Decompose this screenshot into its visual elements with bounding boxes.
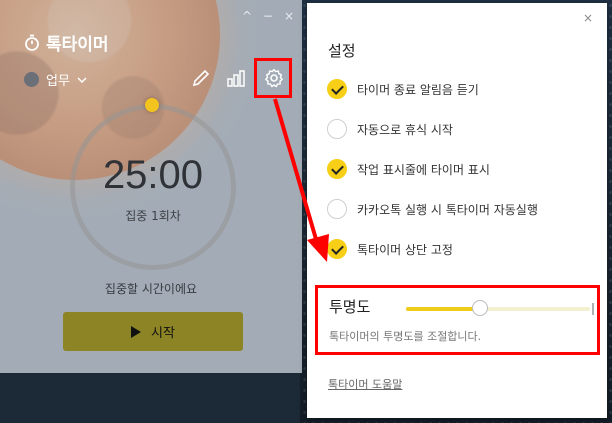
close-button[interactable]: ×	[284, 9, 294, 23]
option-label: 카카오톡 실행 시 톡타이머 자동실행	[357, 202, 538, 217]
timer-ring-knob[interactable]	[145, 98, 159, 112]
option-autostart[interactable]: 카카오톡 실행 시 톡타이머 자동실행	[327, 199, 538, 219]
opacity-description: 톡타이머의 투명도를 조절합니다.	[329, 330, 482, 343]
start-label: 시작	[151, 325, 175, 340]
option-auto-break[interactable]: 자동으로 휴식 시작	[327, 119, 453, 139]
play-icon	[131, 325, 142, 338]
category-label: 업무	[46, 73, 70, 88]
status-message: 집중할 시간이에요	[104, 282, 198, 296]
category-color-dot	[24, 72, 39, 87]
category-selector[interactable]: 업무	[24, 70, 87, 89]
app-title-text: 톡타이머	[46, 35, 109, 54]
help-link[interactable]: 톡타이머 도움말	[328, 376, 402, 392]
timer-window: ^ − × 톡타이머 업무 25:00 집중 1회차 집중할 시간이에요 시작	[0, 0, 302, 373]
option-label: 타이머 종료 알림음 듣기	[357, 82, 479, 97]
settings-title: 설정	[328, 43, 356, 60]
app-title: 톡타이머	[24, 30, 109, 55]
option-checkbox[interactable]	[327, 119, 347, 139]
opacity-slider-fill	[406, 307, 480, 311]
stopwatch-icon	[25, 34, 39, 51]
option-label: 자동으로 휴식 시작	[357, 122, 453, 137]
minimize-button[interactable]: −	[263, 9, 273, 23]
settings-panel: × 설정 타이머 종료 알림음 듣기 자동으로 휴식 시작 작업 표시줄에 타이…	[307, 3, 607, 418]
timer-display: 25:00	[102, 153, 204, 197]
settings-highlight-box	[254, 58, 292, 98]
option-checkbox[interactable]	[327, 239, 347, 259]
window-controls: ^ − ×	[242, 9, 294, 23]
start-button[interactable]: 시작	[63, 312, 243, 351]
opacity-highlight-box: 투명도 톡타이머의 투명도를 조절합니다.	[315, 285, 600, 355]
option-checkbox[interactable]	[327, 159, 347, 179]
collapse-button[interactable]: ^	[242, 9, 252, 23]
gear-icon[interactable]	[264, 68, 284, 88]
option-checkbox[interactable]	[327, 199, 347, 219]
opacity-slider-end	[592, 303, 594, 315]
option-checkbox[interactable]	[327, 79, 347, 99]
option-taskbar-timer[interactable]: 작업 표시줄에 타이머 표시	[327, 159, 490, 179]
option-label: 작업 표시줄에 타이머 표시	[357, 162, 490, 177]
close-icon[interactable]: ×	[583, 11, 593, 25]
option-alarm-sound[interactable]: 타이머 종료 알림음 듣기	[327, 79, 479, 99]
option-label: 톡타이머 상단 고정	[357, 242, 453, 257]
bar-chart-icon[interactable]	[225, 67, 247, 89]
session-count: 집중 1회차	[125, 209, 181, 223]
option-always-on-top[interactable]: 톡타이머 상단 고정	[327, 239, 453, 259]
opacity-slider[interactable]	[406, 300, 594, 316]
pencil-icon[interactable]	[190, 67, 212, 89]
opacity-slider-thumb[interactable]	[471, 300, 488, 316]
chevron-down-icon	[77, 76, 87, 83]
opacity-title: 투명도	[329, 299, 371, 316]
